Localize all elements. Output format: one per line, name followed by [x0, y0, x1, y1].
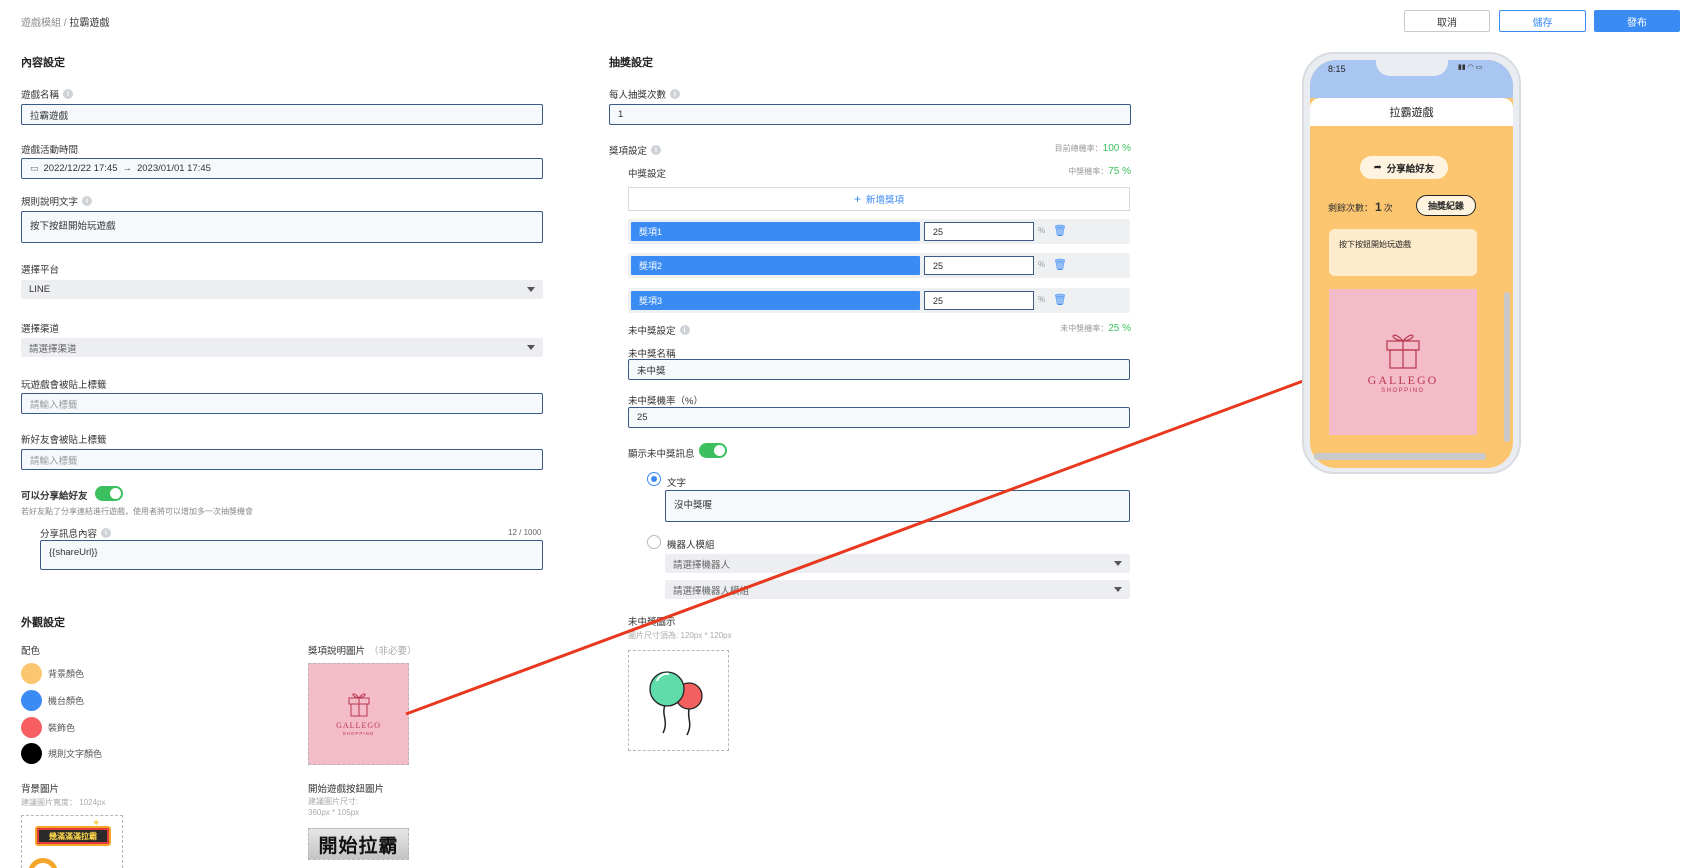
remaining-label: 剩餘次數： — [1328, 203, 1374, 213]
preview-horizontal-scrollbar[interactable] — [1314, 453, 1486, 460]
status-bar: 8:15 ▮▮ ◠ ▭ — [1310, 60, 1513, 98]
preview-share-label: 分享給好友 — [1386, 163, 1435, 175]
phone-notch — [1376, 60, 1448, 76]
preview-logo-main: GALLEGO — [1367, 373, 1439, 387]
signal-icon: ▮▮ ◠ ▭ — [1458, 64, 1483, 71]
preview-title: 拉霸遊戲 — [1310, 98, 1513, 126]
preview-scrollbar[interactable] — [1504, 292, 1510, 442]
preview-prize-image: GALLEGO SHOPPING — [1329, 289, 1477, 435]
preview-record-button[interactable]: 抽獎紀錄 — [1416, 195, 1476, 216]
gift-icon — [1386, 334, 1420, 369]
remaining-value: 1 — [1375, 200, 1382, 214]
preview-logo-sub: SHOPPING — [1381, 388, 1425, 394]
phone-preview-screen: 8:15 ▮▮ ◠ ▭ 拉霸遊戲 ➦ 分享給好友 剩餘次數： 1 次 抽獎紀錄 … — [1310, 60, 1513, 468]
remaining-unit: 次 — [1383, 203, 1393, 213]
remaining-count: 剩餘次數： 1 次 — [1328, 200, 1393, 214]
preview-share-button[interactable]: ➦ 分享給好友 — [1360, 156, 1448, 179]
status-time: 8:15 — [1328, 64, 1346, 74]
share-arrow-icon: ➦ — [1373, 162, 1382, 173]
preview-rules-box: 按下按鈕開始玩遊戲 — [1329, 229, 1477, 276]
